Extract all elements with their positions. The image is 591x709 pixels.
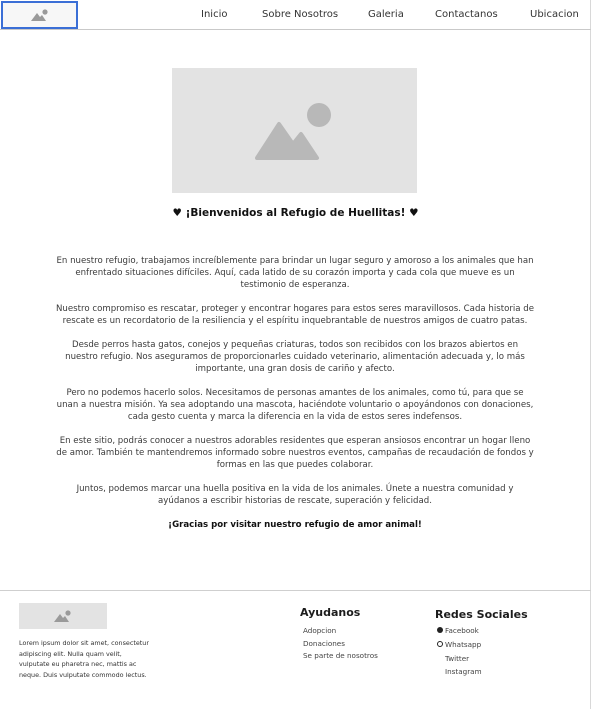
whatsapp-icon xyxy=(437,641,443,647)
footer-logo-placeholder[interactable] xyxy=(19,603,107,629)
nav-item-sobre-nosotros[interactable]: Sobre Nosotros xyxy=(262,9,338,20)
main-content: En nuestro refugio, trabajamos increíble… xyxy=(56,255,534,543)
nav-item-contactanos[interactable]: Contactanos xyxy=(435,9,498,20)
paragraph-help: Pero no podemos hacerlo solos. Necesitam… xyxy=(56,388,534,422)
nav-item-galeria[interactable]: Galeria xyxy=(368,9,404,20)
thanks-text: ¡Gracias por visitar nuestro refugio de … xyxy=(168,520,422,530)
help-title: Ayudanos xyxy=(300,606,361,619)
main-nav: Inicio Sobre Nosotros Galeria Contactano… xyxy=(0,0,591,30)
social-link-facebook[interactable]: Facebook xyxy=(437,626,479,635)
social-label-whatsapp: Whatsapp xyxy=(445,640,482,649)
help-link-se-parte[interactable]: Se parte de nosotros xyxy=(303,651,378,660)
paragraph-intro: En nuestro refugio, trabajamos increíble… xyxy=(56,256,534,290)
social-link-whatsapp[interactable]: Whatsapp xyxy=(437,640,481,649)
social-link-instagram[interactable]: Instagram xyxy=(445,667,482,676)
paragraph-together: Juntos, podemos marcar una huella positi… xyxy=(76,484,514,506)
welcome-heading: ♥ ¡Bienvenidos al Refugio de Huellitas! … xyxy=(172,207,419,219)
paragraph-animals: Desde perros hasta gatos, conejos y pequ… xyxy=(65,340,525,374)
help-link-donaciones[interactable]: Donaciones xyxy=(303,639,345,648)
paragraph-site: En este sitio, podrás conocer a nuestros… xyxy=(56,436,534,470)
site-header: Inicio Sobre Nosotros Galeria Contactano… xyxy=(0,0,591,30)
page: Inicio Sobre Nosotros Galeria Contactano… xyxy=(0,0,591,709)
facebook-icon xyxy=(437,627,443,633)
image-placeholder-icon xyxy=(254,102,331,160)
paragraph-commitment: Nuestro compromiso es rescatar, proteger… xyxy=(56,304,535,326)
help-link-adopcion[interactable]: Adopcion xyxy=(303,626,336,635)
social-link-twitter[interactable]: Twitter xyxy=(445,654,469,663)
footer-description: Lorem ipsum dolor sit amet, consectetur … xyxy=(19,639,149,679)
nav-item-ubicacion[interactable]: Ubicacion xyxy=(530,9,579,20)
nav-item-inicio[interactable]: Inicio xyxy=(201,9,227,20)
image-placeholder-icon xyxy=(54,610,71,622)
social-label-facebook: Facebook xyxy=(445,626,479,635)
footer-divider xyxy=(0,590,591,591)
social-title: Redes Sociales xyxy=(435,608,528,621)
hero-image xyxy=(172,68,417,193)
